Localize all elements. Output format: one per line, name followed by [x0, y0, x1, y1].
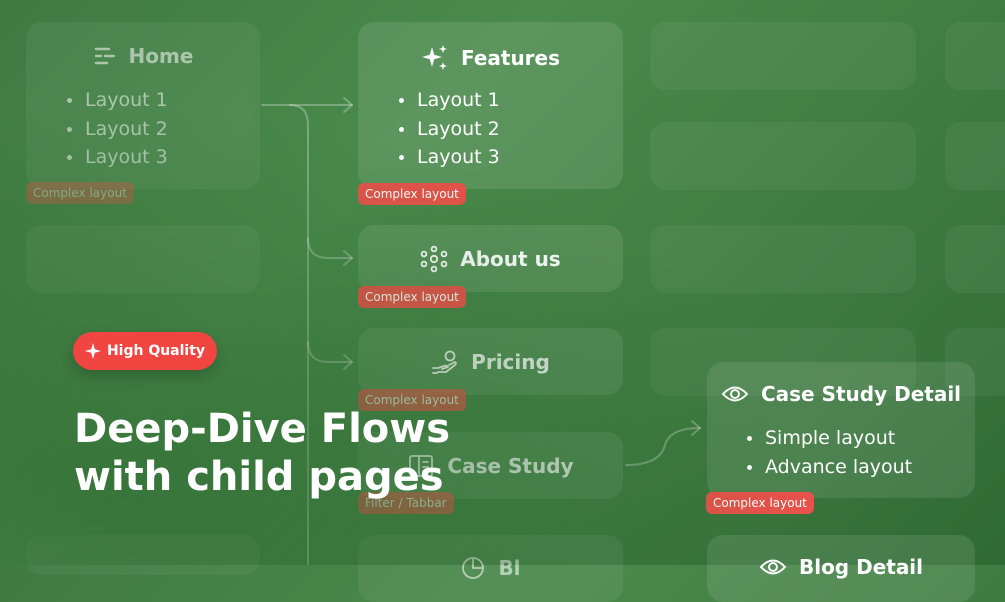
eye-icon: [759, 559, 787, 575]
menu-lines-icon: [94, 47, 115, 65]
list-item[interactable]: Advance layout: [747, 453, 912, 482]
blog-title-text: Bl: [498, 556, 521, 580]
blog-title: Bl: [358, 555, 623, 581]
features-title: Features: [358, 44, 623, 72]
pricing-title-text: Pricing: [471, 350, 550, 374]
case-study-detail-title-text: Case Study Detail: [760, 382, 962, 406]
star-icon: [84, 343, 101, 359]
features-layout-list: Layout 1 Layout 2 Layout 3: [399, 86, 500, 172]
eye-icon: [721, 386, 749, 402]
list-item[interactable]: Simple layout: [747, 424, 912, 453]
blog-detail-card[interactable]: Blog Detail: [707, 535, 975, 602]
list-item[interactable]: Layout 3: [67, 143, 168, 172]
list-item[interactable]: Layout 2: [67, 115, 168, 144]
complex-layout-badge: Complex layout: [358, 183, 466, 205]
features-card[interactable]: Features Layout 1 Layout 2 Layout 3: [358, 22, 623, 189]
list-item[interactable]: Layout 1: [399, 86, 500, 115]
about-us-title-text: About us: [460, 247, 561, 271]
home-title-text: Home: [128, 44, 194, 68]
pie-chart-icon: [462, 557, 485, 579]
high-quality-label: High Quality: [106, 343, 206, 359]
high-quality-pill: High Quality: [73, 332, 217, 370]
case-study-title-text: Case Study: [447, 454, 574, 478]
list-item[interactable]: Layout 1: [67, 86, 168, 115]
case-study-detail-title: Case Study Detail: [707, 382, 975, 406]
headline: Deep-Dive Flows with child pages: [74, 405, 450, 501]
pricing-card[interactable]: Pricing: [358, 328, 623, 395]
case-study-detail-list: Simple layout Advance layout: [747, 424, 912, 481]
hand-coin-icon: [432, 350, 458, 374]
list-item[interactable]: Layout 2: [399, 115, 500, 144]
blog-detail-title-text: Blog Detail: [798, 555, 924, 579]
complex-layout-badge: Complex layout: [706, 492, 814, 514]
sparkle-icon: [421, 45, 447, 70]
about-us-card[interactable]: About us: [358, 225, 623, 292]
blog-card[interactable]: Bl: [358, 535, 623, 602]
network-icon: [420, 245, 448, 273]
complex-layout-badge: Complex layout: [26, 182, 134, 204]
blog-detail-title: Blog Detail: [707, 555, 975, 579]
features-title-text: Features: [460, 46, 561, 70]
case-study-detail-card[interactable]: Case Study Detail Simple layout Advance …: [707, 362, 975, 498]
home-layout-list: Layout 1 Layout 2 Layout 3: [67, 86, 168, 172]
headline-line-1: Deep-Dive Flows: [74, 406, 451, 452]
home-title: Home: [26, 44, 260, 68]
pricing-title: Pricing: [358, 348, 623, 376]
about-us-title: About us: [358, 245, 623, 273]
home-card[interactable]: Home Layout 1 Layout 2 Layout 3: [26, 22, 260, 189]
list-item[interactable]: Layout 3: [399, 143, 500, 172]
headline-line-2: with child pages: [74, 454, 444, 500]
complex-layout-badge: Complex layout: [358, 286, 466, 308]
